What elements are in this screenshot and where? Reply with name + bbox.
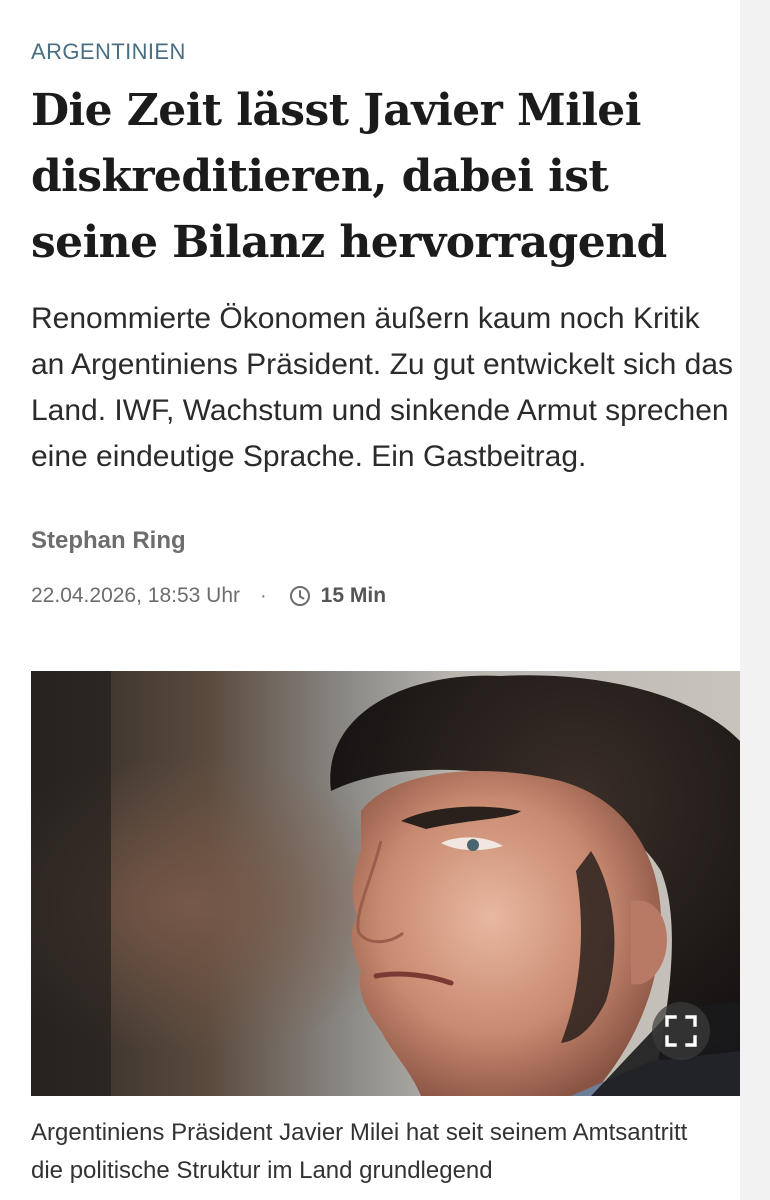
article-headline: Die Zeit lässt Javier Milei diskreditier… [31, 85, 667, 268]
article-page: ARGENTINIEN Die Zeit lässt Javier Milei … [0, 0, 770, 1200]
author-name[interactable]: Stephan Ring [31, 526, 741, 556]
clock-icon [289, 585, 311, 607]
image-caption: Argentiniens Präsident Javier Milei hat … [31, 1119, 688, 1184]
article-header: ARGENTINIEN Die Zeit lässt Javier Milei … [31, 38, 741, 610]
article-meta: 22.04.2026, 18:53 Uhr · 15 Min [31, 582, 741, 610]
read-time: 15 Min [320, 584, 387, 607]
publish-date: 22.04.2026, 18:53 Uhr [31, 584, 240, 607]
fullscreen-icon [664, 1014, 698, 1048]
meta-separator: · [260, 585, 267, 607]
article-teaser: Renommierte Ökonomen äußern kaum noch Kr… [31, 302, 734, 473]
scroll-gutter [740, 0, 770, 1200]
section-kicker[interactable]: ARGENTINIEN [31, 38, 741, 66]
hero-image[interactable] [31, 671, 740, 1096]
fullscreen-button[interactable] [652, 1002, 710, 1060]
